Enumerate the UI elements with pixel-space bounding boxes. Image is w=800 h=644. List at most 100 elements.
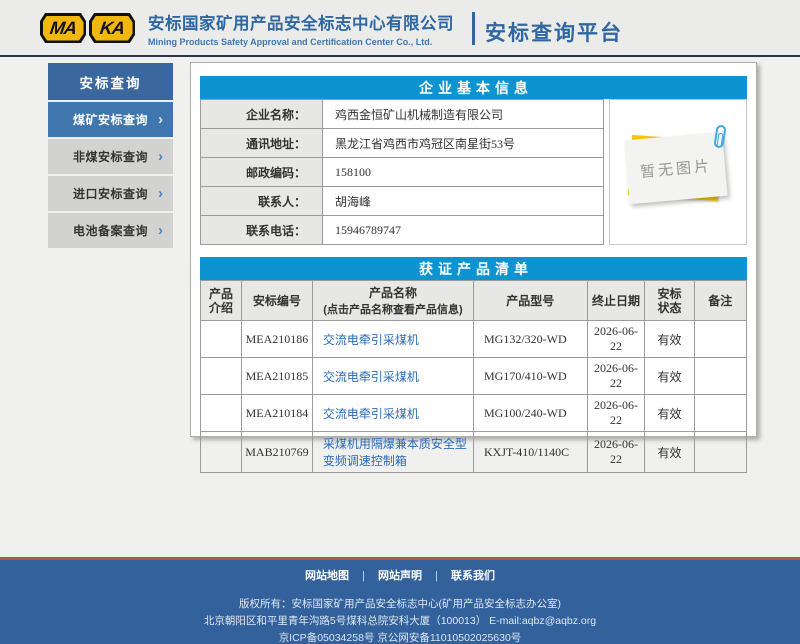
footer-link-statement[interactable]: 网站声明 xyxy=(378,570,422,582)
platform-title: 安标查询平台 xyxy=(485,17,623,47)
sidebar-item-label: 非煤安标查询 xyxy=(73,148,148,165)
expiry-date-cell: 2026-06-22 xyxy=(587,358,645,395)
product-name-link[interactable]: 交流电牵引采煤机 xyxy=(323,407,419,421)
sidebar-item-label: 进口安标查询 xyxy=(73,185,148,202)
info-value: 15946789747 xyxy=(323,216,604,245)
info-value: 黑龙江省鸡西市鸡冠区南星街53号 xyxy=(323,129,604,158)
col-cert-no: 安标编号 xyxy=(241,281,312,321)
product-model-cell: MG132/320-WD xyxy=(473,321,587,358)
footer-links: 网站地图 | 网站声明 | 联系我们 xyxy=(0,560,800,583)
status-cell: 有效 xyxy=(645,358,694,395)
product-name-link[interactable]: 交流电牵引采煤机 xyxy=(323,370,419,384)
expiry-date-cell: 2026-06-22 xyxy=(587,395,645,432)
product-list-header: 获证产品清单 xyxy=(200,257,747,280)
product-name-link[interactable]: 采煤机用隔爆兼本质安全型变频调速控制箱 xyxy=(323,437,467,468)
sidebar-item-label: 煤矿安标查询 xyxy=(73,111,148,128)
product-table: 产品介绍 安标编号 产品名称 (点击产品名称查看产品信息) 产品型号 终止日期 … xyxy=(200,280,747,473)
title-divider xyxy=(472,12,475,45)
footer-link-contact[interactable]: 联系我们 xyxy=(451,570,495,582)
footer-link-separator: | xyxy=(362,570,365,582)
icp-line: 京ICP备05034258号 京公网安备11010502025630号 xyxy=(0,630,800,644)
expiry-date-cell: 2026-06-22 xyxy=(587,432,645,473)
product-name-link[interactable]: 交流电牵引采煤机 xyxy=(323,333,419,347)
cert-number-cell: MEA210184 xyxy=(241,395,312,432)
company-info-row: 联系电话： 15946789747 xyxy=(201,216,604,245)
logo-ma-text: MA xyxy=(49,18,78,39)
no-image-text: 暂无图片 xyxy=(639,154,713,181)
product-intro-cell xyxy=(201,358,242,395)
info-label: 企业名称： xyxy=(201,100,323,129)
product-model-cell: KXJT-410/1140C xyxy=(473,432,587,473)
org-name-en: Mining Products Safety Approval and Cert… xyxy=(148,37,454,47)
product-row: MEA210186 交流电牵引采煤机 MG132/320-WD 2026-06-… xyxy=(201,321,747,358)
org-title-block: 安标国家矿用产品安全标志中心有限公司 Mining Products Safet… xyxy=(148,10,454,47)
chevron-right-icon: › xyxy=(158,184,163,201)
sidebar-item[interactable]: 电池备案查询 › xyxy=(48,213,173,248)
no-image-card: 暂无图片 xyxy=(625,132,728,204)
footer-link-separator: | xyxy=(435,570,438,582)
sidebar-item[interactable]: 煤矿安标查询 › xyxy=(48,102,173,137)
footer-copyright: 版权所有：安标国家矿用产品安全标志中心(矿用产品安全标志办公室) 北京朝阳区和平… xyxy=(0,596,800,644)
info-label: 通讯地址： xyxy=(201,129,323,158)
info-label: 联系人： xyxy=(201,187,323,216)
col-intro: 产品介绍 xyxy=(201,281,242,321)
company-info-header: 企业基本信息 xyxy=(200,76,747,99)
product-intro-cell xyxy=(201,321,242,358)
col-remark: 备注 xyxy=(694,281,746,321)
info-value: 胡海峰 xyxy=(323,187,604,216)
col-status: 安标状态 xyxy=(645,281,694,321)
product-row: MAB210769 采煤机用隔爆兼本质安全型变频调速控制箱 KXJT-410/1… xyxy=(201,432,747,473)
sidebar-items: 煤矿安标查询 › 非煤安标查询 › 进口安标查询 › 电池备案查询 › xyxy=(48,102,173,248)
col-expiry: 终止日期 xyxy=(587,281,645,321)
product-row: MEA210184 交流电牵引采煤机 MG100/240-WD 2026-06-… xyxy=(201,395,747,432)
footer-link-sitemap[interactable]: 网站地图 xyxy=(305,570,349,582)
copyright-line: 版权所有：安标国家矿用产品安全标志中心(矿用产品安全标志办公室) xyxy=(0,596,800,613)
address-line: 北京朝阳区和平里青年沟路5号煤科总院安科大厦（100013） E-mail:aq… xyxy=(0,613,800,630)
product-name-cell: 采煤机用隔爆兼本质安全型变频调速控制箱 xyxy=(312,432,473,473)
product-name-cell: 交流电牵引采煤机 xyxy=(312,395,473,432)
chevron-right-icon: › xyxy=(158,221,163,238)
product-row: MEA210185 交流电牵引采煤机 MG170/410-WD 2026-06-… xyxy=(201,358,747,395)
expiry-date-cell: 2026-06-22 xyxy=(587,321,645,358)
chevron-right-icon: › xyxy=(158,147,163,164)
company-info-area: 企业名称： 鸡西金恒矿山机械制造有限公司 通讯地址： 黑龙江省鸡西市鸡冠区南星街… xyxy=(200,99,747,245)
status-cell: 有效 xyxy=(645,432,694,473)
sidebar-title: 安标查询 xyxy=(48,63,173,100)
chevron-right-icon: › xyxy=(158,110,163,127)
info-value: 158100 xyxy=(323,158,604,187)
org-name-cn: 安标国家矿用产品安全标志中心有限公司 xyxy=(148,10,454,34)
product-model-cell: MG100/240-WD xyxy=(473,395,587,432)
product-intro-cell xyxy=(201,432,242,473)
remark-cell xyxy=(694,395,746,432)
product-table-header-row: 产品介绍 安标编号 产品名称 (点击产品名称查看产品信息) 产品型号 终止日期 … xyxy=(201,281,747,321)
product-image-box: 暂无图片 xyxy=(609,99,747,245)
logo-badge-ma: MA xyxy=(40,13,86,43)
page-header: MA KA 安标国家矿用产品安全标志中心有限公司 Mining Products… xyxy=(0,0,800,57)
product-model-cell: MG170/410-WD xyxy=(473,358,587,395)
company-info-row: 邮政编码： 158100 xyxy=(201,158,604,187)
product-name-cell: 交流电牵引采煤机 xyxy=(312,321,473,358)
status-cell: 有效 xyxy=(645,395,694,432)
logo-ka-text: KA xyxy=(99,18,126,39)
cert-number-cell: MEA210186 xyxy=(241,321,312,358)
page-footer: 网站地图 | 网站声明 | 联系我们 版权所有：安标国家矿用产品安全标志中心(矿… xyxy=(0,560,800,644)
company-info-row: 联系人： 胡海峰 xyxy=(201,187,604,216)
paperclip-icon xyxy=(713,124,726,148)
company-info-row: 通讯地址： 黑龙江省鸡西市鸡冠区南星街53号 xyxy=(201,129,604,158)
sidebar-item[interactable]: 进口安标查询 › xyxy=(48,176,173,211)
col-name: 产品名称 (点击产品名称查看产品信息) xyxy=(312,281,473,321)
info-label: 邮政编码： xyxy=(201,158,323,187)
maka-logo: MA KA xyxy=(40,13,135,43)
status-cell: 有效 xyxy=(645,321,694,358)
info-label: 联系电话： xyxy=(201,216,323,245)
logo-badge-ka: KA xyxy=(89,13,135,43)
remark-cell xyxy=(694,321,746,358)
company-info-row: 企业名称： 鸡西金恒矿山机械制造有限公司 xyxy=(201,100,604,129)
sidebar-item-label: 电池备案查询 xyxy=(73,222,148,239)
content-panel: 企业基本信息 企业名称： 鸡西金恒矿山机械制造有限公司 通讯地址： 黑龙江省鸡西… xyxy=(190,62,757,437)
product-intro-cell xyxy=(201,395,242,432)
sidebar-item[interactable]: 非煤安标查询 › xyxy=(48,139,173,174)
cert-number-cell: MEA210185 xyxy=(241,358,312,395)
remark-cell xyxy=(694,432,746,473)
sidebar: 安标查询 煤矿安标查询 › 非煤安标查询 › 进口安标查询 › 电池备案查询 › xyxy=(48,63,173,248)
